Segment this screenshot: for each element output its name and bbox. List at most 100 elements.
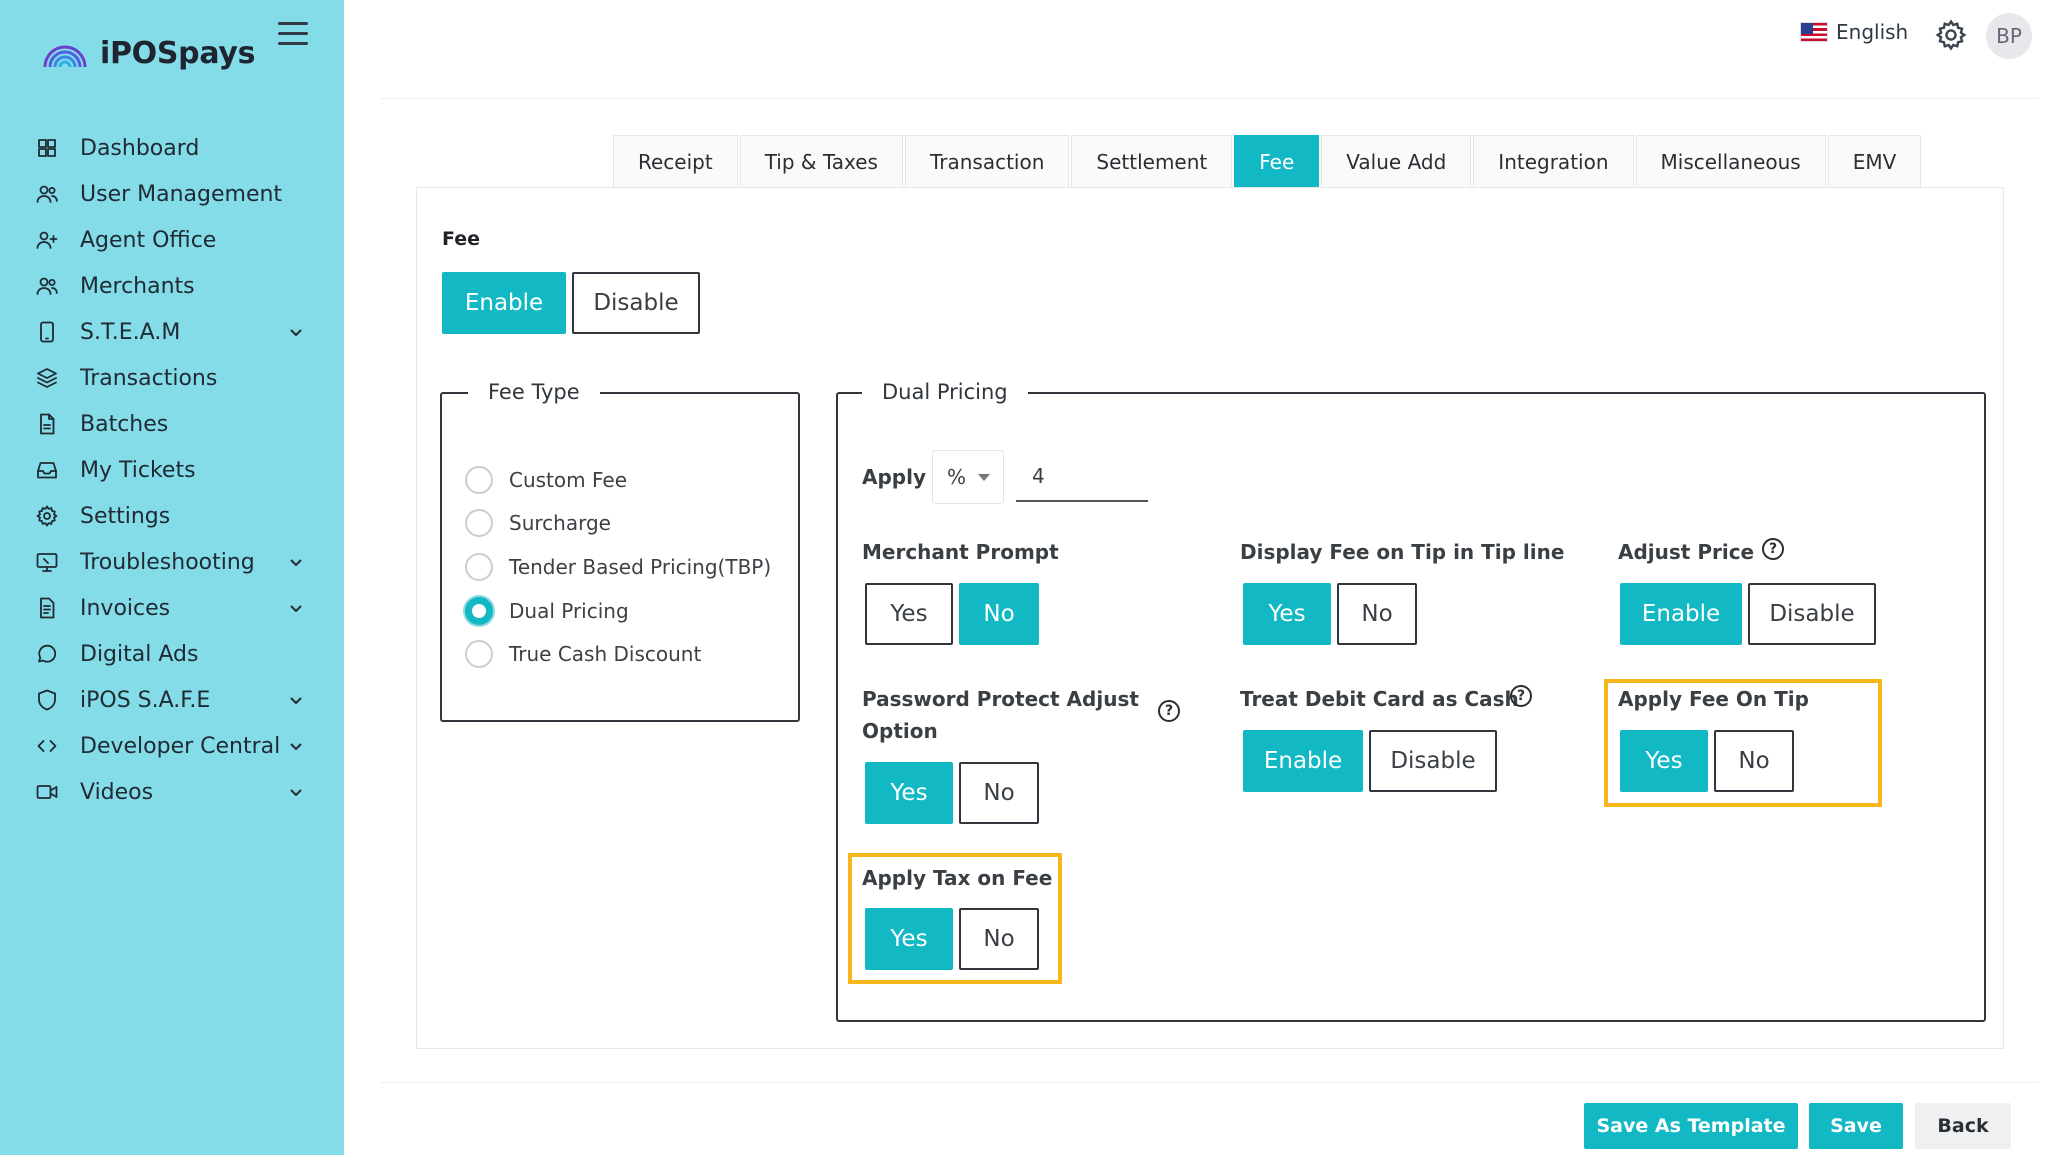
apply-tax-on-fee-no-button[interactable]: No [959,908,1039,970]
save-button[interactable]: Save [1809,1103,1903,1149]
fee-type-option-tender-based-pricing-tbp[interactable]: Tender Based Pricing(TBP) [465,553,771,581]
display-fee-on-tip-yes-button[interactable]: Yes [1243,583,1331,645]
chevron-down-icon[interactable] [288,324,304,340]
chat-icon [34,641,60,667]
tab-transaction[interactable]: Transaction [904,135,1070,188]
apply-tax-on-fee-yes-button[interactable]: Yes [865,908,953,970]
sidebar-item-label: User Management [80,181,283,207]
password-protect-yes-button[interactable]: Yes [865,762,953,824]
chevron-down-icon[interactable] [288,692,304,708]
sidebar-item-invoices[interactable]: Invoices [0,585,344,631]
chevron-down-icon[interactable] [288,554,304,570]
header-divider [380,98,2038,99]
fee-type-option-true-cash-discount[interactable]: True Cash Discount [465,640,701,668]
sidebar-item-label: Agent Office [80,227,217,253]
file-icon [34,411,60,437]
treat-debit-enable-button[interactable]: Enable [1243,730,1363,792]
sidebar-item-my-tickets[interactable]: My Tickets [0,447,344,493]
display-fee-on-tip-no-button[interactable]: No [1337,583,1417,645]
merchant-prompt-toggle: Yes No [865,583,1039,645]
treat-debit-as-cash-toggle: Enable Disable [1243,730,1497,792]
back-button[interactable]: Back [1915,1103,2011,1149]
merchant-prompt-no-button[interactable]: No [959,583,1039,645]
user-avatar[interactable]: BP [1986,13,2032,59]
gear-icon [34,503,60,529]
sidebar-item-dashboard[interactable]: Dashboard [0,125,344,171]
tab-value-add[interactable]: Value Add [1321,135,1472,188]
adjust-price-enable-button[interactable]: Enable [1620,583,1742,645]
sidebar-item-developer-central[interactable]: Developer Central [0,723,344,769]
language-selector[interactable]: English [1800,20,1908,44]
password-protect-label-line1: Password Protect Adjust [862,687,1139,711]
sidebar-item-transactions[interactable]: Transactions [0,355,344,401]
sidebar-item-agent-office[interactable]: Agent Office [0,217,344,263]
display-fee-on-tip-label: Display Fee on Tip in Tip line [1240,540,1565,564]
tab-tip-taxes[interactable]: Tip & Taxes [739,135,903,188]
inbox-icon [34,457,60,483]
fee-enable-button[interactable]: Enable [442,272,566,334]
tab-miscellaneous[interactable]: Miscellaneous [1635,135,1826,188]
password-protect-help-icon[interactable]: ? [1158,700,1180,722]
tab-settlement[interactable]: Settlement [1071,135,1233,188]
chevron-down-icon[interactable] [288,600,304,616]
fee-type-option-dual-pricing[interactable]: Dual Pricing [465,597,629,625]
fee-type-option-surcharge[interactable]: Surcharge [465,509,611,537]
fee-type-option-label: True Cash Discount [509,642,702,666]
language-label: English [1836,20,1909,44]
sidebar-item-label: S.T.E.A.M [80,319,181,345]
merchant-prompt-yes-button[interactable]: Yes [865,583,953,645]
treat-debit-help-icon[interactable]: ? [1510,685,1532,707]
us-flag-icon [1800,22,1828,42]
fee-type-option-custom-fee[interactable]: Custom Fee [465,466,627,494]
fee-type-option-label: Surcharge [509,511,611,535]
footer-divider [380,1082,2038,1083]
sidebar-item-settings[interactable]: Settings [0,493,344,539]
apply-unit-select[interactable]: % [932,450,1004,504]
sidebar-item-ipos-s-a-f-e[interactable]: iPOS S.A.F.E [0,677,344,723]
sidebar-item-troubleshooting[interactable]: Troubleshooting [0,539,344,585]
settings-gear-icon[interactable] [1934,18,1968,52]
sidebar-item-label: Transactions [80,365,218,391]
tab-receipt[interactable]: Receipt [613,135,738,188]
apply-fee-on-tip-yes-button[interactable]: Yes [1620,730,1708,792]
dual-pricing-legend: Dual Pricing [862,380,1028,404]
sidebar-item-user-management[interactable]: User Management [0,171,344,217]
radio-button[interactable] [465,640,493,668]
tab-fee[interactable]: Fee [1234,135,1320,188]
radio-button[interactable] [465,597,493,625]
fee-disable-button[interactable]: Disable [572,272,700,334]
brand-logo[interactable]: iPOSpays [42,36,256,71]
tab-emv[interactable]: EMV [1827,135,1922,188]
sidebar-item-batches[interactable]: Batches [0,401,344,447]
fee-section-title: Fee [442,228,480,250]
fee-toggle: Enable Disable [442,272,700,334]
monitor-icon [34,549,60,575]
code-icon [34,733,60,759]
apply-value-input[interactable] [1016,452,1148,502]
chevron-down-icon[interactable] [288,738,304,754]
sidebar-item-s-t-e-a-m[interactable]: S.T.E.A.M [0,309,344,355]
user-plus-icon [34,227,60,253]
sidebar-item-merchants[interactable]: Merchants [0,263,344,309]
sidebar-item-label: My Tickets [80,457,196,483]
tab-integration[interactable]: Integration [1473,135,1634,188]
password-protect-no-button[interactable]: No [959,762,1039,824]
fee-type-option-label: Tender Based Pricing(TBP) [509,555,772,579]
radio-button[interactable] [465,553,493,581]
tablet-icon [34,319,60,345]
sidebar-item-videos[interactable]: Videos [0,769,344,815]
adjust-price-disable-button[interactable]: Disable [1748,583,1876,645]
radio-button[interactable] [465,466,493,494]
chevron-down-icon[interactable] [288,784,304,800]
password-protect-label-line2: Option [862,719,938,743]
sidebar-item-digital-ads[interactable]: Digital Ads [0,631,344,677]
adjust-price-help-icon[interactable]: ? [1762,538,1784,560]
apply-unit-value: % [947,465,967,489]
radio-button[interactable] [465,509,493,537]
apply-fee-on-tip-no-button[interactable]: No [1714,730,1794,792]
menu-toggle-icon[interactable] [278,22,308,48]
sidebar-item-label: Troubleshooting [80,549,255,575]
treat-debit-disable-button[interactable]: Disable [1369,730,1497,792]
save-as-template-button[interactable]: Save As Template [1584,1103,1798,1149]
users-icon [34,273,60,299]
